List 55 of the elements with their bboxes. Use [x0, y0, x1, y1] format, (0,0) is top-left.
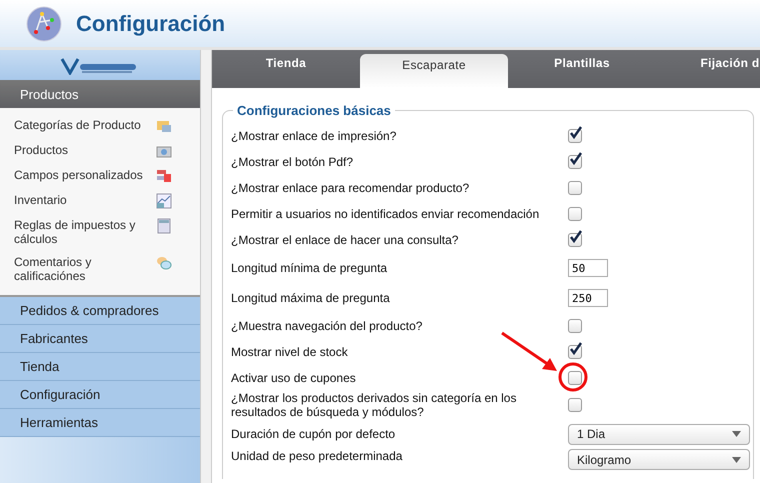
checkbox[interactable] [568, 371, 582, 385]
tab[interactable]: Escaparate [360, 54, 508, 88]
setting-label: Longitud máxima de pregunta [231, 291, 391, 305]
setting-label: ¿Mostrar enlace para recomendar producto? [231, 181, 470, 195]
sidebar-item[interactable]: Inventario [14, 193, 67, 207]
tab[interactable]: Fijación d [656, 50, 760, 88]
checkbox[interactable] [568, 129, 582, 143]
setting-label: Unidad de peso predeterminada [231, 449, 404, 463]
sidebar-item[interactable]: Campos personalizados [14, 168, 143, 182]
menu-item[interactable]: Fabricantes [0, 325, 200, 353]
setting-label: Activar uso de cupones [231, 371, 357, 385]
sidebar-item[interactable]: Categorías de Producto [14, 118, 141, 132]
setting-label: ¿Muestra navegación del producto? [231, 319, 424, 333]
section-title: Configuraciones básicas [233, 103, 395, 118]
checkbox[interactable] [568, 345, 582, 359]
number-field[interactable]: 250 [568, 289, 608, 307]
menu-item[interactable]: Tienda [0, 353, 200, 381]
setting-label: ¿Mostrar el botón Pdf? [231, 155, 354, 169]
checkbox[interactable] [568, 181, 582, 195]
setting-label: Permitir a usuarios no identificados enviar recomendación [231, 207, 540, 221]
menu-item[interactable]: Pedidos & compradores [0, 297, 200, 325]
setting-label: Longitud mínima de pregunta [231, 261, 388, 275]
sidebar-item[interactable]: Reglas de impuestos y cálculos [14, 218, 149, 246]
menu-item[interactable]: Herramientas [0, 409, 200, 437]
checkbox[interactable] [568, 233, 582, 247]
sidebar-section-title[interactable]: Productos [0, 80, 200, 108]
number-field[interactable]: 50 [568, 259, 608, 277]
page-title: Configuración [76, 10, 226, 36]
setting-label: ¿Mostrar el enlace de hacer una consulta? [231, 233, 460, 247]
setting-label: ¿Mostrar enlace de impresión? [231, 129, 398, 143]
setting-label: Mostrar nivel de stock [231, 345, 349, 359]
caret-icon [732, 456, 741, 462]
checkbox[interactable] [568, 319, 582, 333]
logo-icon [26, 6, 62, 42]
setting-label: Duración de cupón por defecto [231, 427, 396, 441]
sidebar-item[interactable]: Comentarios y calificaciónes [14, 255, 149, 283]
chat-icon [156, 255, 172, 271]
checkbox[interactable] [568, 207, 582, 221]
calculator-icon [156, 218, 172, 234]
menu-item[interactable]: Configuración [0, 381, 200, 409]
tab[interactable]: Tienda [212, 50, 360, 88]
circle-annotation [558, 362, 588, 392]
tab[interactable]: Plantillas [508, 50, 656, 88]
form-icon [156, 168, 172, 184]
setting-label: ¿Mostrar los productos derivados sin categoría en los resultados de búsqueda y módulos? [231, 391, 518, 419]
sidebar-item[interactable]: Productos [14, 143, 68, 157]
checkbox[interactable] [568, 398, 582, 412]
dropdown[interactable]: 1 Dia [568, 424, 750, 444]
caret-icon [732, 431, 741, 437]
chart-icon [156, 193, 172, 209]
splitter-bar[interactable] [200, 50, 212, 483]
arrow-annotation [501, 332, 557, 371]
dropdown[interactable]: Kilogramo [568, 449, 750, 470]
checkbox[interactable] [568, 155, 582, 169]
folder-icon [156, 118, 172, 134]
